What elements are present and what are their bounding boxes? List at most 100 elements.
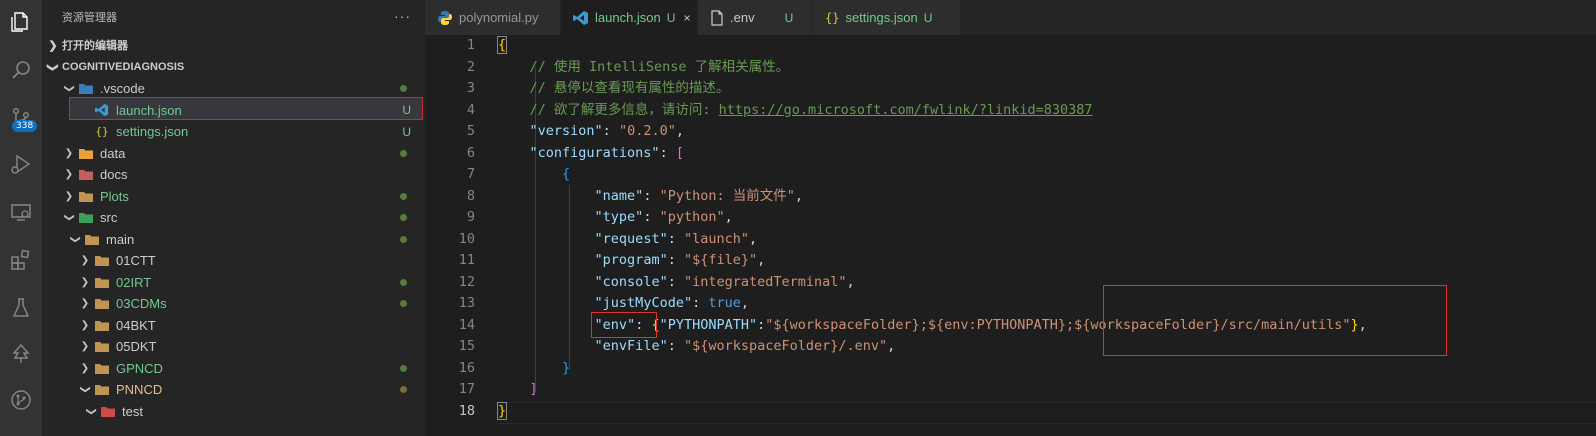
comment: // 使用 IntelliSense 了解相关属性。 (529, 58, 790, 75)
tree-item-pnncd[interactable]: ❯ PNNCD (42, 379, 425, 401)
untracked-badge: U (402, 103, 411, 118)
folder-icon (78, 189, 94, 203)
tab-settings-json[interactable]: {} settings.json U (813, 0, 961, 35)
tree-item-docs[interactable]: ❯ docs (42, 164, 425, 186)
json-key: "envFile" (594, 338, 668, 354)
explorer-header: 资源管理器 ··· (42, 0, 425, 34)
tab-label: settings.json (845, 10, 918, 25)
open-editors-label: 打开的编辑器 (62, 40, 128, 52)
tree-item-vscode[interactable]: ❯ .vscode (42, 78, 425, 100)
tree-item-03cdms[interactable]: ❯ 03CDMs (42, 293, 425, 315)
open-editors-section[interactable]: ❯ 打开的编辑器 (42, 34, 425, 56)
folder-icon (94, 297, 110, 311)
code-line: "request": "launch", (594, 230, 758, 247)
scm-badge: 338 (12, 120, 38, 132)
untracked-badge: U (402, 124, 411, 139)
tree-item-launchjson[interactable]: launch.json U (42, 100, 425, 122)
json-value: "${workspaceFolder};${env:PYTHONPATH} (765, 316, 1067, 333)
extensions-icon[interactable] (0, 240, 42, 280)
tree-item-05dkt[interactable]: ❯ 05DKT (42, 336, 425, 358)
chevron-right-icon: ❯ (80, 319, 90, 331)
folder-icon (84, 232, 100, 246)
folder-icon (78, 211, 94, 225)
search-icon[interactable] (0, 50, 42, 90)
comment: // 欲了解更多信息，请访问: (529, 101, 719, 118)
doc-link[interactable]: https://go.microsoft.com/fwlink/?linkid=… (719, 102, 1093, 118)
folder-icon (94, 254, 110, 268)
testing-icon[interactable] (0, 288, 42, 328)
code-line: // 欲了解更多信息，请访问: https://go.microsoft.com… (425, 100, 1596, 122)
code-line: // 悬停以查看现有属性的描述。 (425, 78, 1596, 100)
tree-icon[interactable] (0, 334, 42, 374)
tree-item-plots[interactable]: ❯ Plots (42, 186, 425, 208)
explorer-icon[interactable] (0, 2, 42, 42)
vscode-icon (94, 103, 110, 117)
chevron-right-icon: ❯ (64, 147, 74, 159)
code-line: "configurations": [ (529, 144, 684, 161)
json-key: "type" (594, 209, 644, 225)
file-icon (710, 9, 724, 26)
json-value: true (708, 295, 741, 311)
activity-bar: 338 (0, 0, 42, 436)
git-status-dot (400, 300, 407, 308)
tree-item-main[interactable]: ❯ main (42, 229, 425, 251)
code-editor[interactable]: 1 2 3 4 5 6 7 8 9 10 11 12 13 14 15 16 17 18 { // 使用 Inte… (425, 35, 1596, 436)
git-graph-icon[interactable] (0, 380, 42, 420)
braces-icon: {} (825, 10, 840, 25)
code-line: { (497, 36, 508, 54)
folder-icon (94, 361, 110, 375)
folder-icon (94, 318, 110, 332)
tree-item-label: docs (100, 167, 128, 183)
folder-icon (78, 168, 94, 182)
remote-explorer-icon[interactable] (0, 192, 42, 232)
comment: // 悬停以查看现有属性的描述。 (529, 80, 730, 96)
tree-item-label: GPNCD (116, 360, 163, 376)
project-section[interactable]: ❯ COGNITIVEDIAGNOSIS (42, 56, 425, 78)
tree-item-src[interactable]: ❯ src (42, 207, 425, 229)
folder-icon (94, 340, 110, 354)
tree-item-label: 05DKT (116, 339, 157, 355)
tree-item-04bkt[interactable]: ❯ 04BKT (42, 315, 425, 337)
folder-icon (78, 82, 94, 96)
tab-label: launch.json (595, 10, 661, 25)
tree-item-label: .vscode (100, 81, 145, 97)
tree-item-data[interactable]: ❯ data (42, 143, 425, 165)
code-line: } (497, 401, 508, 420)
json-value: "python" (659, 209, 725, 225)
tab-label: polynomial.py (459, 10, 539, 25)
chevron-down-icon: ❯ (63, 84, 75, 93)
close-icon[interactable]: × (683, 11, 690, 25)
json-key: "name" (594, 187, 644, 204)
run-debug-icon[interactable] (0, 144, 42, 184)
tree-item-label: launch.json (116, 102, 182, 118)
git-status-dot (400, 214, 407, 222)
chevron-down-icon: ❯ (85, 407, 97, 416)
tab-polynomial[interactable]: polynomial.py (425, 0, 561, 35)
annotation-box-env (591, 312, 657, 338)
tab-launch-json[interactable]: launch.json U × (561, 0, 698, 35)
tab-bar: polynomial.py launch.json U × .env U {} … (425, 0, 1596, 35)
tree-item-settingsjson[interactable]: {} settings.json U (42, 121, 425, 143)
json-key: "configurations" (529, 144, 660, 161)
vscode-icon (573, 10, 589, 26)
tree-item-label: 04BKT (116, 317, 156, 333)
tree-item-test[interactable]: ❯ test (42, 401, 425, 423)
chevron-right-icon: ❯ (80, 341, 90, 353)
code-line: { (562, 166, 571, 182)
code-line: "type": "python", (594, 209, 733, 225)
tree-item-02irt[interactable]: ❯ 02IRT (42, 272, 425, 294)
source-control-icon[interactable] (0, 98, 42, 138)
chevron-right-icon: ❯ (64, 190, 74, 202)
json-value: "${workspaceFolder}/.env" (683, 338, 888, 354)
more-actions-icon[interactable]: ··· (394, 8, 411, 24)
tab-label: .env (730, 10, 755, 25)
tree-item-label: PNNCD (116, 382, 163, 398)
json-key: "version" (529, 123, 603, 139)
json-value: "launch" (683, 230, 749, 247)
explorer-sidebar: 资源管理器 ··· ❯ 打开的编辑器 ❯ COGNITIVEDIAGNOSIS … (42, 0, 425, 436)
untracked-badge: U (784, 10, 794, 25)
tab-env[interactable]: .env U (698, 0, 813, 35)
tree-item-01ctt[interactable]: ❯ 01CTT (42, 250, 425, 272)
tree-item-gpncd[interactable]: ❯ GPNCD (42, 358, 425, 380)
folder-icon (100, 404, 116, 418)
